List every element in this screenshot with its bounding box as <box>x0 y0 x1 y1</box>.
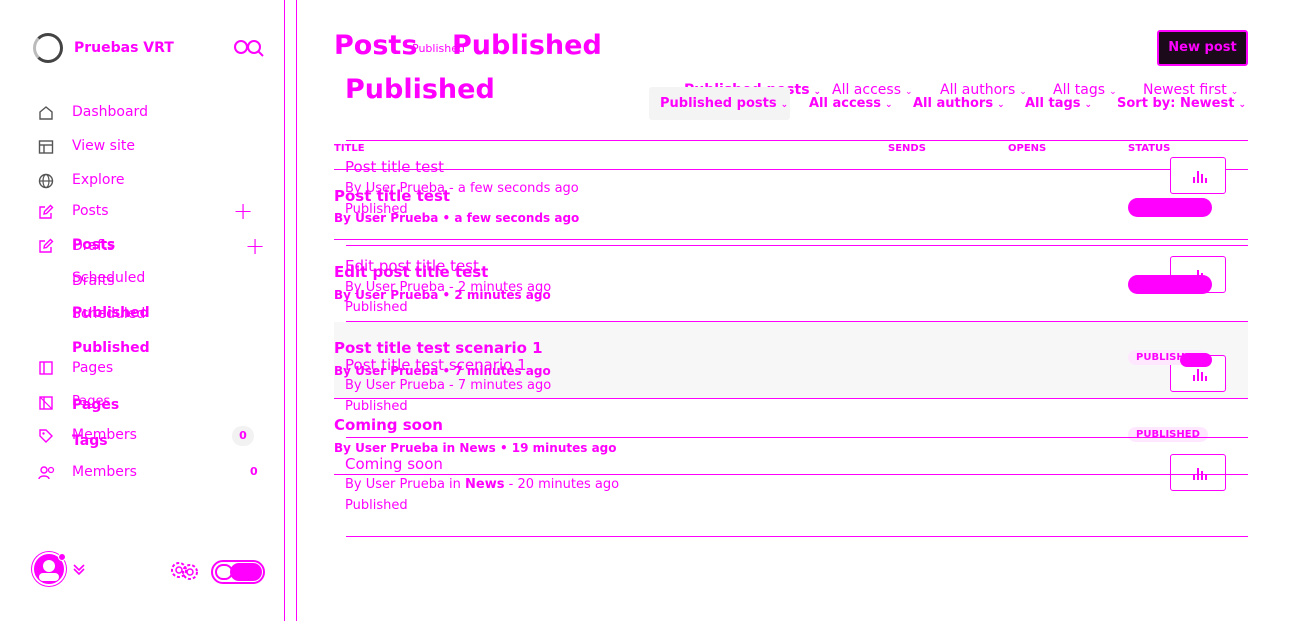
column-header-status: STATUS <box>1128 143 1171 154</box>
post-meta: By User Prueba • a few seconds ago <box>334 211 580 225</box>
row-divider-alt <box>346 245 1248 246</box>
add-post-icon[interactable]: + <box>233 199 253 223</box>
browser-icon <box>38 140 54 154</box>
filter-authors[interactable]: All authors ⌄ <box>913 96 1005 111</box>
sidebar-divider-alt <box>296 0 297 621</box>
table-bottom-border <box>346 536 1248 537</box>
sidebar-item-label: Pages <box>72 360 114 376</box>
edit-icon <box>39 238 54 253</box>
status-badge <box>1128 275 1212 294</box>
post-status: Published <box>345 498 408 513</box>
tag-icon <box>39 429 53 443</box>
sidebar-item-label: Dashboard <box>72 104 148 120</box>
post-title[interactable]: Post title test scenario 1 <box>334 339 543 357</box>
table-top-border <box>346 140 1248 141</box>
site-name[interactable]: Pruebas VRT <box>74 40 174 56</box>
new-post-button[interactable]: New post <box>1157 30 1248 66</box>
post-title[interactable]: Coming soon <box>345 455 443 473</box>
post-status: Published <box>345 300 408 315</box>
post-meta: By User Prueba in News • 19 minutes ago <box>334 441 617 455</box>
row-divider <box>334 398 1248 399</box>
post-meta: By User Prueba • 7 minutes ago <box>334 364 551 378</box>
page-title: Posts <box>334 30 418 61</box>
add-post-icon[interactable]: + <box>245 234 265 258</box>
search-icon[interactable] <box>233 38 265 58</box>
status-badge <box>1128 198 1212 217</box>
sidebar-item-label: Members <box>72 464 137 480</box>
filter-type[interactable]: Published posts⌄ <box>660 96 788 111</box>
table-header-border <box>334 169 1248 170</box>
post-status: Published <box>345 399 408 414</box>
page-title-published: Published <box>452 30 602 61</box>
analytics-button[interactable] <box>1170 454 1226 491</box>
sidebar-item-label: Explore <box>72 172 125 188</box>
sidebar-item-label: View site <box>72 138 135 154</box>
post-meta: By User Prueba - 7 minutes ago <box>345 378 552 393</box>
home-icon <box>39 106 53 120</box>
sidebar-subitem-published-alt[interactable]: Published <box>72 340 150 356</box>
status-badge: PUBLISHED <box>1128 427 1208 442</box>
filter-tags[interactable]: All tags ⌄ <box>1025 96 1092 111</box>
sidebar-subitem-published[interactable]: Published <box>72 305 150 321</box>
sidebar-item-label: Posts <box>72 203 109 219</box>
bar-chart-icon <box>1193 466 1207 480</box>
status-badge-fill <box>1180 353 1212 367</box>
filter-sort[interactable]: Sort by: Newest ⌄ <box>1117 96 1246 111</box>
row-divider <box>346 321 1248 322</box>
post-meta: By User Prueba • 2 minutes ago <box>334 288 551 302</box>
filter-access[interactable]: All access ⌄ <box>809 96 893 111</box>
sidebar-item-label: Members <box>72 427 137 443</box>
post-meta: By User Prueba in News - 20 minutes ago <box>345 477 620 492</box>
members-icon <box>38 466 55 480</box>
members-count-badge: 0 <box>250 465 258 478</box>
row-divider <box>346 437 1248 438</box>
sidebar-subitem-scheduled[interactable]: Scheduled <box>72 270 145 286</box>
bar-chart-icon <box>1193 169 1207 183</box>
page-title-alt: Published <box>345 74 495 105</box>
site-logo-icon[interactable] <box>33 33 63 63</box>
post-title[interactable]: Coming soon <box>334 416 443 434</box>
post-title[interactable]: Edit post title test <box>334 263 488 281</box>
sidebar-subitem-drafts[interactable]: Drafts <box>72 238 115 254</box>
globe-icon <box>38 173 54 189</box>
post-title[interactable]: Post title test <box>334 187 450 205</box>
column-header-sends: SENDS <box>888 143 926 154</box>
edit-icon <box>39 204 54 219</box>
row-divider <box>334 239 1248 240</box>
analytics-button[interactable] <box>1170 157 1226 194</box>
page-icon <box>39 361 53 375</box>
avatar-status-dot <box>58 553 66 561</box>
page-icon <box>39 396 53 410</box>
post-tag-link[interactable]: News <box>465 477 504 492</box>
sidebar-item-label: Pages <box>72 394 111 409</box>
gear-icon[interactable] <box>168 558 202 584</box>
sidebar-divider <box>284 0 285 621</box>
bar-chart-icon <box>1193 367 1207 381</box>
chevron-down-icon[interactable] <box>72 562 86 576</box>
column-header-title: TITLE <box>334 143 365 154</box>
members-count-badge: 0 <box>232 426 254 446</box>
post-title[interactable]: Post title test <box>345 158 444 176</box>
dark-mode-toggle[interactable] <box>211 560 265 584</box>
column-header-opens: OPENS <box>1008 143 1047 154</box>
row-divider <box>334 474 1248 475</box>
